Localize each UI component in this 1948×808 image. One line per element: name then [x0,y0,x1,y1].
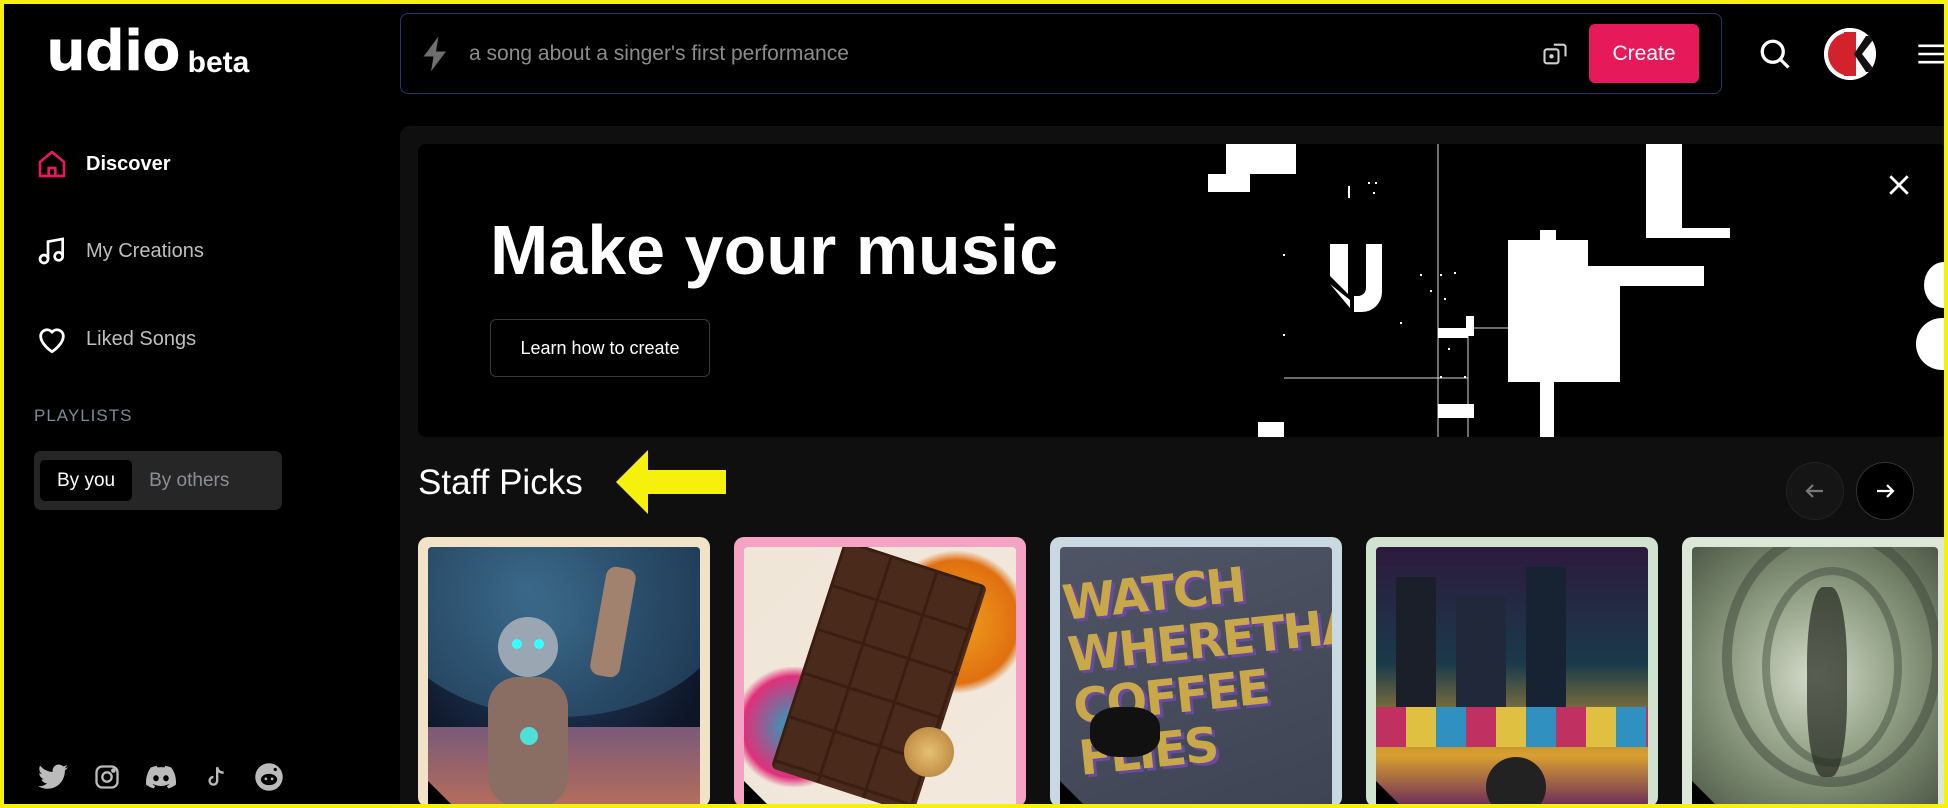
udio-logo[interactable]: udio beta [46,24,249,80]
song-card[interactable] [418,537,710,807]
reddit-icon[interactable] [254,762,284,792]
sidebar-item-label: My Creations [86,239,204,262]
banner-title: Make your music [490,211,1058,289]
tab-by-others[interactable]: By others [132,460,246,501]
carousel-prev-button[interactable] [1786,462,1844,520]
close-icon[interactable] [1884,170,1914,200]
sidebar-item-label: Liked Songs [86,327,197,350]
search-icon[interactable] [1757,36,1793,72]
beta-badge: beta [187,46,250,79]
prompt-bar[interactable]: a song about a singer's first performanc… [400,13,1722,94]
instagram-icon[interactable] [92,762,122,792]
song-cover-watch-where-that-coffee-flies: WATCHWHERETHATCOFFEEFLIES [1060,547,1332,807]
dice-icon[interactable] [1539,38,1571,70]
song-cover-chocolate-splash [744,547,1016,807]
song-cover-green-tunnel [1692,547,1938,807]
heart-icon [32,319,72,359]
sidebar-item-label: Discover [86,152,171,175]
hero-banner: Make your music Learn how to create [418,144,1948,437]
sidebar: udio beta Discover My Creations Liked So… [0,4,400,804]
sidebar-item-liked-songs[interactable]: Liked Songs [4,311,384,367]
card-corner [1376,781,1402,807]
card-corner [744,781,770,807]
carousel-next-button[interactable] [1856,462,1914,520]
song-card[interactable] [1366,537,1658,807]
prompt-input[interactable]: a song about a singer's first performanc… [469,42,1539,66]
music-note-icon [32,231,72,271]
lightning-icon [421,34,455,74]
song-card[interactable] [1682,537,1948,807]
song-card[interactable] [734,537,1026,807]
create-button[interactable]: Create [1589,24,1699,83]
tiktok-icon[interactable] [200,762,230,792]
sidebar-item-discover[interactable]: Discover [0,136,384,192]
song-cover-neon-city-mic [1376,547,1648,807]
card-corner [428,781,454,807]
staff-picks-heading: Staff Picks [418,463,583,502]
song-cover-robot-cosmos [428,547,700,807]
menu-icon[interactable] [1916,40,1944,68]
song-card[interactable]: WATCHWHERETHATCOFFEEFLIES [1050,537,1342,807]
annotation-arrow-icon [616,450,726,514]
social-links [38,762,284,792]
card-corner [1692,781,1718,807]
learn-how-button[interactable]: Learn how to create [490,319,710,377]
twitter-icon[interactable] [38,762,68,792]
avatar[interactable]: K [1824,28,1876,80]
discord-icon[interactable] [146,762,176,792]
logo-text: udio [46,19,181,84]
sidebar-item-my-creations[interactable]: My Creations [4,223,384,279]
home-icon [32,144,72,184]
playlist-tabs: By you By others [34,451,282,510]
card-corner [1060,781,1086,807]
tab-by-you[interactable]: By you [40,460,133,501]
playlists-heading: PLAYLISTS [34,406,133,425]
banner-pixel-art [1208,144,1730,437]
